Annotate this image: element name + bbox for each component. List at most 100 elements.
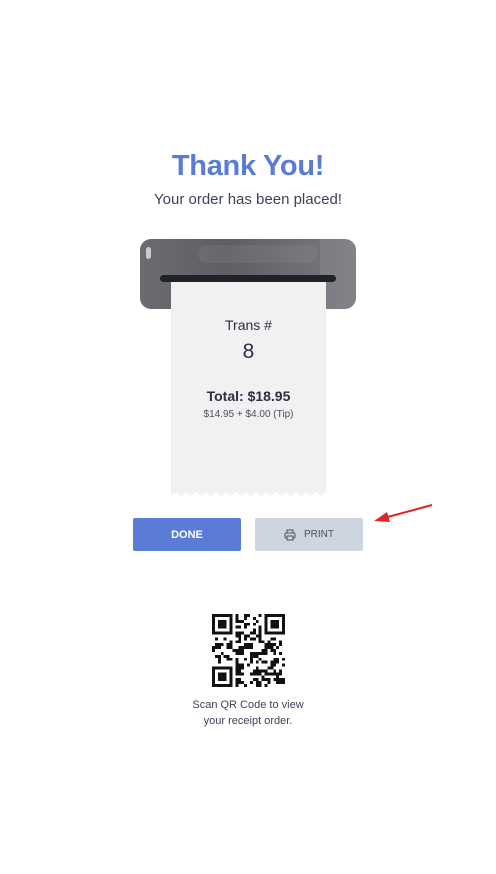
qr-module — [252, 669, 256, 673]
qr-module — [258, 628, 262, 632]
qr-module — [238, 619, 242, 623]
qr-module — [238, 669, 242, 673]
qr-module — [220, 675, 224, 679]
qr-module — [226, 666, 230, 670]
qr-module — [235, 681, 239, 685]
qr-module — [220, 622, 224, 626]
qr-module — [235, 616, 239, 620]
qr-module — [261, 649, 265, 652]
qr-module — [235, 684, 239, 687]
qr-module — [282, 625, 285, 629]
receipt-paper: Trans # 8 Total: $18.95 $14.95 + $4.00 (… — [171, 282, 326, 489]
qr-module — [223, 675, 227, 679]
qr-module — [212, 619, 215, 623]
qr-module — [270, 631, 274, 635]
qr-module — [238, 651, 242, 655]
qr-module — [226, 643, 230, 647]
qr-module — [267, 681, 271, 685]
printer-icon — [284, 529, 296, 540]
qr-module — [264, 631, 268, 635]
qr-module — [270, 637, 274, 641]
qr-module — [212, 666, 215, 670]
qr-module — [249, 660, 253, 664]
qr-module — [244, 684, 248, 687]
qr-module — [235, 614, 239, 617]
qr-module — [255, 666, 259, 670]
qr-module — [229, 675, 233, 679]
qr-module — [273, 631, 277, 635]
qr-module — [226, 614, 230, 617]
qr-module — [212, 669, 215, 673]
qr-module — [267, 646, 271, 650]
qr-module — [223, 614, 227, 617]
qr-module — [249, 651, 253, 655]
qr-module — [276, 646, 280, 650]
qr-module — [282, 681, 285, 685]
done-button-label: DONE — [171, 528, 203, 541]
print-button[interactable]: PRINT — [255, 518, 363, 551]
qr-module — [276, 681, 280, 685]
qr-module — [252, 678, 256, 682]
qr-module — [229, 672, 233, 676]
qr-module — [252, 654, 256, 658]
qr-module — [273, 669, 277, 673]
qr-module — [235, 678, 239, 682]
qr-module — [217, 654, 221, 658]
qr-module — [247, 614, 250, 617]
qr-module — [282, 614, 285, 617]
qr-module — [270, 649, 274, 652]
qr-module — [276, 672, 280, 676]
qr-module — [214, 637, 218, 641]
qr-module — [217, 619, 221, 623]
qr-caption-line1: Scan QR Code to view — [192, 699, 304, 711]
qr-module — [264, 628, 268, 632]
qr-caption: Scan QR Code to view your receipt order. — [0, 697, 496, 729]
qr-module — [212, 614, 215, 617]
qr-module — [235, 625, 239, 629]
qr-module — [229, 646, 233, 650]
done-button[interactable]: DONE — [133, 518, 241, 551]
qr-module — [276, 622, 280, 626]
qr-module — [264, 643, 268, 647]
qr-module — [212, 649, 215, 652]
qr-module — [217, 672, 221, 676]
printer-slot — [160, 275, 336, 282]
qr-module — [282, 619, 285, 623]
total-breakdown: $14.95 + $4.00 (Tip) — [203, 409, 294, 420]
qr-module — [223, 666, 227, 670]
qr-module — [261, 640, 265, 644]
qr-module — [270, 663, 274, 667]
qr-module — [279, 672, 283, 676]
qr-module — [273, 649, 277, 652]
qr-module — [241, 681, 245, 685]
qr-module — [238, 631, 242, 635]
qr-module — [273, 678, 277, 682]
trans-number: 8 — [242, 340, 255, 363]
qr-module — [258, 614, 262, 617]
qr-module — [223, 672, 227, 676]
qr-module — [244, 637, 248, 641]
qr-module — [217, 631, 221, 635]
qr-module — [235, 640, 239, 644]
qr-module — [244, 614, 248, 617]
qr-module — [258, 631, 262, 635]
qr-module — [244, 646, 248, 650]
qr-module — [229, 625, 233, 629]
qr-module — [214, 654, 218, 658]
qr-module — [238, 637, 242, 641]
qr-module — [229, 684, 233, 687]
qr-module — [270, 666, 274, 670]
qr-module — [226, 684, 230, 687]
qr-module — [258, 657, 262, 661]
qr-module — [241, 666, 245, 670]
qr-module — [220, 672, 224, 676]
qr-module — [223, 619, 227, 623]
qr-module — [223, 625, 227, 629]
qr-module — [226, 654, 230, 658]
qr-module — [217, 660, 221, 664]
receipt-printer-illustration: Trans # 8 Total: $18.95 $14.95 + $4.00 (… — [140, 239, 356, 499]
qr-module — [217, 614, 221, 617]
qr-module — [212, 622, 215, 626]
qr-module — [255, 619, 259, 623]
qr-module — [220, 678, 224, 682]
